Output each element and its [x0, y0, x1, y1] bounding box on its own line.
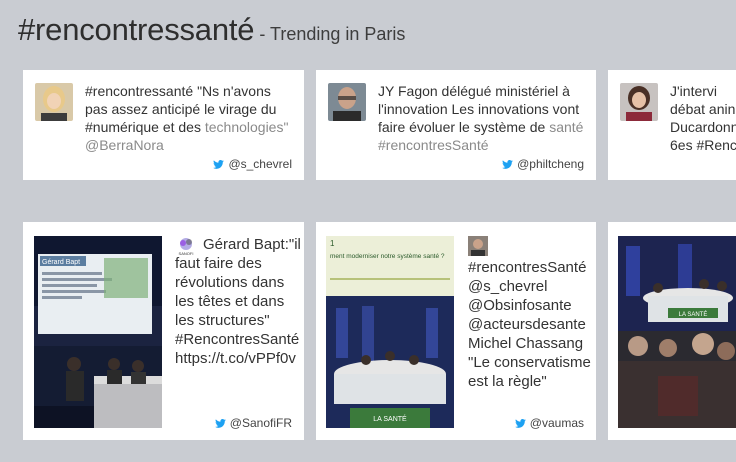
- user-avatar[interactable]: [35, 83, 73, 121]
- conference-photo-icon: LA SANTÉ: [618, 236, 736, 428]
- trending-hashtag[interactable]: #rencontressanté: [18, 12, 255, 47]
- slide-number: 1: [330, 239, 335, 248]
- tweet-handle[interactable]: @SanofiFR: [214, 416, 292, 430]
- avatar-photo-icon: [620, 83, 658, 121]
- tweet-handle[interactable]: @s_chevrel: [213, 157, 292, 171]
- tweet-card[interactable]: J'intervi débat anin Ducardonn 6es #Renc: [608, 70, 736, 180]
- tweet-text: #rencontresSanté @s_chevrel @Obsinfosant…: [468, 259, 591, 390]
- tweet-card[interactable]: 1 ment moderniser notre système santé ? …: [316, 222, 596, 440]
- tweet-handle[interactable]: @philtcheng: [502, 157, 584, 171]
- tweet-card[interactable]: #rencontressanté "Ns n'avons pas assez a…: [23, 70, 304, 180]
- page-header: #rencontressanté - Trending in Paris: [18, 12, 405, 48]
- tweet-text: J'intervi débat anin Ducardonn 6es #Renc: [670, 83, 736, 153]
- user-avatar[interactable]: [620, 83, 658, 121]
- conference-photo-icon: 1 ment moderniser notre système santé ? …: [326, 236, 454, 428]
- tweet-handle[interactable]: @vaumas: [514, 416, 584, 430]
- avatar-photo-icon: [328, 83, 366, 121]
- conference-photo-icon: Gérard Bapt: [34, 236, 162, 428]
- twitter-bird-icon: [213, 159, 225, 169]
- twitter-bird-icon: [502, 159, 514, 169]
- user-avatar[interactable]: [468, 236, 488, 256]
- tweet-text: JY Fagon délégué ministériel à l'innovat…: [378, 83, 584, 153]
- tweet-text: Gérard Bapt:"il faut faire des révolutio…: [175, 236, 301, 367]
- twitter-bird-icon: [214, 418, 226, 428]
- avatar-photo-icon: [35, 83, 73, 121]
- tweet-photo[interactable]: Gérard Bapt: [34, 236, 162, 428]
- tweet-card[interactable]: Gérard Bapt SANOFI Gérard Bapt:"il faut …: [23, 222, 304, 440]
- trending-location: - Trending in Paris: [254, 24, 406, 44]
- user-avatar[interactable]: [328, 83, 366, 121]
- avatar-photo-icon: [468, 236, 488, 256]
- tweet-text: #rencontressanté "Ns n'avons pas assez a…: [85, 83, 289, 153]
- tweet-card[interactable]: LA SANTÉ: [608, 222, 736, 440]
- twitter-bird-icon: [514, 418, 526, 428]
- slide-title: Gérard Bapt: [42, 259, 80, 266]
- banner-text: LA SANTÉ: [679, 311, 708, 318]
- tweet-photo[interactable]: 1 ment moderniser notre système santé ? …: [326, 236, 454, 428]
- tweet-card[interactable]: JY Fagon délégué ministériel à l'innovat…: [316, 70, 596, 180]
- slide-title: ment moderniser notre système santé ?: [330, 253, 445, 260]
- tweet-photo[interactable]: LA SANTÉ: [618, 236, 736, 428]
- banner-text: LA SANTÉ: [373, 414, 407, 423]
